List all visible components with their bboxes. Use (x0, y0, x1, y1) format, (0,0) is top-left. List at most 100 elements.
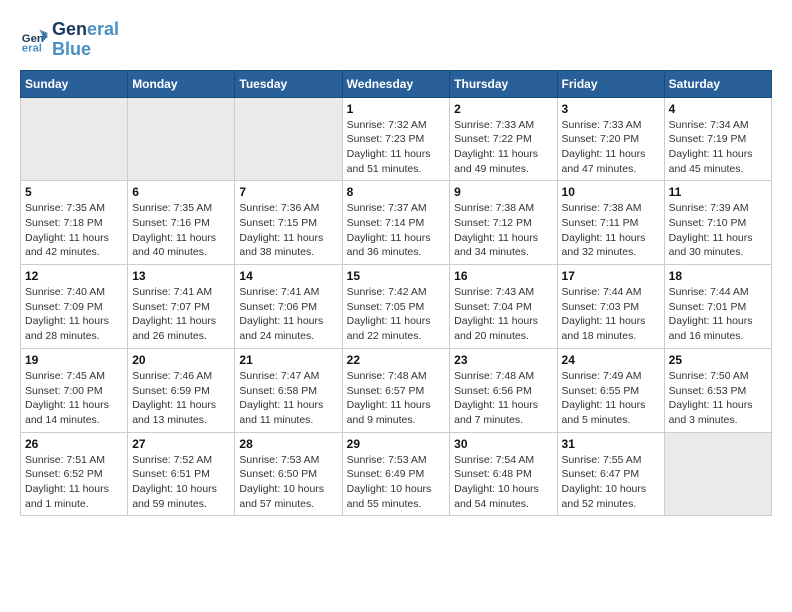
day-cell: 12 Sunrise: 7:40 AM Sunset: 7:09 PM Dayli… (21, 265, 128, 349)
day-cell: 28 Sunrise: 7:53 AM Sunset: 6:50 PM Dayli… (235, 432, 342, 516)
day-info: Sunrise: 7:45 AM Sunset: 7:00 PM Dayligh… (25, 369, 123, 428)
day-number: 3 (562, 102, 660, 116)
day-number: 28 (239, 437, 337, 451)
day-cell: 23 Sunrise: 7:48 AM Sunset: 6:56 PM Dayli… (450, 348, 557, 432)
day-number: 9 (454, 185, 552, 199)
calendar-week-row: 5Sunrise: 7:35 AM Sunset: 7:18 PM Daylig… (21, 181, 772, 265)
day-cell: 13 Sunrise: 7:41 AM Sunset: 7:07 PM Dayli… (128, 265, 235, 349)
day-number: 25 (669, 353, 767, 367)
day-info: Sunrise: 7:49 AM Sunset: 6:55 PM Dayligh… (562, 369, 660, 428)
day-info: Sunrise: 7:34 AM Sunset: 7:19 PM Dayligh… (669, 118, 767, 177)
day-cell: 27 Sunrise: 7:52 AM Sunset: 6:51 PM Dayli… (128, 432, 235, 516)
day-number: 15 (347, 269, 446, 283)
empty-cell (128, 97, 235, 181)
day-cell: 9 Sunrise: 7:38 AM Sunset: 7:12 PM Daylig… (450, 181, 557, 265)
day-cell: 2Sunrise: 7:33 AM Sunset: 7:22 PM Daylig… (450, 97, 557, 181)
day-header-friday: Friday (557, 70, 664, 97)
day-cell: 10 Sunrise: 7:38 AM Sunset: 7:11 PM Dayli… (557, 181, 664, 265)
logo-icon: Gen eral (20, 26, 48, 54)
day-number: 18 (669, 269, 767, 283)
calendar-table: SundayMondayTuesdayWednesdayThursdayFrid… (20, 70, 772, 517)
day-number: 29 (347, 437, 446, 451)
day-cell: 30Sunrise: 7:54 AM Sunset: 6:48 PM Dayli… (450, 432, 557, 516)
day-cell: 15 Sunrise: 7:42 AM Sunset: 7:05 PM Dayli… (342, 265, 450, 349)
day-number: 14 (239, 269, 337, 283)
calendar-header-row: SundayMondayTuesdayWednesdayThursdayFrid… (21, 70, 772, 97)
day-cell: 22 Sunrise: 7:48 AM Sunset: 6:57 PM Dayli… (342, 348, 450, 432)
day-header-monday: Monday (128, 70, 235, 97)
day-number: 22 (347, 353, 446, 367)
day-header-wednesday: Wednesday (342, 70, 450, 97)
day-number: 6 (132, 185, 230, 199)
day-cell: 21Sunrise: 7:47 AM Sunset: 6:58 PM Dayli… (235, 348, 342, 432)
day-number: 1 (347, 102, 446, 116)
day-number: 8 (347, 185, 446, 199)
day-info: Sunrise: 7:44 AM Sunset: 7:01 PM Dayligh… (669, 285, 767, 344)
day-info: Sunrise: 7:33 AM Sunset: 7:20 PM Dayligh… (562, 118, 660, 177)
day-cell: 31Sunrise: 7:55 AM Sunset: 6:47 PM Dayli… (557, 432, 664, 516)
day-cell: 18 Sunrise: 7:44 AM Sunset: 7:01 PM Dayli… (664, 265, 771, 349)
day-header-tuesday: Tuesday (235, 70, 342, 97)
empty-cell (664, 432, 771, 516)
day-info: Sunrise: 7:40 AM Sunset: 7:09 PM Dayligh… (25, 285, 123, 344)
day-number: 13 (132, 269, 230, 283)
day-info: Sunrise: 7:48 AM Sunset: 6:57 PM Dayligh… (347, 369, 446, 428)
day-info: Sunrise: 7:52 AM Sunset: 6:51 PM Dayligh… (132, 453, 230, 512)
day-cell: 17 Sunrise: 7:44 AM Sunset: 7:03 PM Dayli… (557, 265, 664, 349)
day-cell: 6 Sunrise: 7:35 AM Sunset: 7:16 PM Daylig… (128, 181, 235, 265)
day-info: Sunrise: 7:48 AM Sunset: 6:56 PM Dayligh… (454, 369, 552, 428)
day-header-sunday: Sunday (21, 70, 128, 97)
empty-cell (235, 97, 342, 181)
day-number: 19 (25, 353, 123, 367)
day-number: 10 (562, 185, 660, 199)
day-number: 5 (25, 185, 123, 199)
day-cell: 19 Sunrise: 7:45 AM Sunset: 7:00 PM Dayli… (21, 348, 128, 432)
day-info: Sunrise: 7:38 AM Sunset: 7:11 PM Dayligh… (562, 201, 660, 260)
empty-cell (21, 97, 128, 181)
day-number: 21 (239, 353, 337, 367)
day-cell: 8 Sunrise: 7:37 AM Sunset: 7:14 PM Daylig… (342, 181, 450, 265)
logo: Gen eral GeneralBlue (20, 20, 119, 60)
day-info: Sunrise: 7:41 AM Sunset: 7:07 PM Dayligh… (132, 285, 230, 344)
day-info: Sunrise: 7:54 AM Sunset: 6:48 PM Dayligh… (454, 453, 552, 512)
day-info: Sunrise: 7:37 AM Sunset: 7:14 PM Dayligh… (347, 201, 446, 260)
day-cell: 7 Sunrise: 7:36 AM Sunset: 7:15 PM Daylig… (235, 181, 342, 265)
day-cell: 20 Sunrise: 7:46 AM Sunset: 6:59 PM Dayli… (128, 348, 235, 432)
day-header-saturday: Saturday (664, 70, 771, 97)
day-info: Sunrise: 7:35 AM Sunset: 7:16 PM Dayligh… (132, 201, 230, 260)
day-info: Sunrise: 7:42 AM Sunset: 7:05 PM Dayligh… (347, 285, 446, 344)
day-number: 20 (132, 353, 230, 367)
day-info: Sunrise: 7:50 AM Sunset: 6:53 PM Dayligh… (669, 369, 767, 428)
day-cell: 25 Sunrise: 7:50 AM Sunset: 6:53 PM Dayli… (664, 348, 771, 432)
day-number: 7 (239, 185, 337, 199)
day-cell: 3 Sunrise: 7:33 AM Sunset: 7:20 PM Daylig… (557, 97, 664, 181)
day-number: 11 (669, 185, 767, 199)
day-number: 27 (132, 437, 230, 451)
day-number: 4 (669, 102, 767, 116)
day-info: Sunrise: 7:53 AM Sunset: 6:50 PM Dayligh… (239, 453, 337, 512)
day-cell: 11 Sunrise: 7:39 AM Sunset: 7:10 PM Dayli… (664, 181, 771, 265)
day-info: Sunrise: 7:55 AM Sunset: 6:47 PM Dayligh… (562, 453, 660, 512)
day-cell: 14 Sunrise: 7:41 AM Sunset: 7:06 PM Dayli… (235, 265, 342, 349)
day-info: Sunrise: 7:39 AM Sunset: 7:10 PM Dayligh… (669, 201, 767, 260)
day-info: Sunrise: 7:36 AM Sunset: 7:15 PM Dayligh… (239, 201, 337, 260)
day-info: Sunrise: 7:44 AM Sunset: 7:03 PM Dayligh… (562, 285, 660, 344)
day-number: 12 (25, 269, 123, 283)
calendar-week-row: 12 Sunrise: 7:40 AM Sunset: 7:09 PM Dayli… (21, 265, 772, 349)
calendar-week-row: 26Sunrise: 7:51 AM Sunset: 6:52 PM Dayli… (21, 432, 772, 516)
day-number: 26 (25, 437, 123, 451)
day-info: Sunrise: 7:32 AM Sunset: 7:23 PM Dayligh… (347, 118, 446, 177)
day-info: Sunrise: 7:33 AM Sunset: 7:22 PM Dayligh… (454, 118, 552, 177)
day-cell: 16Sunrise: 7:43 AM Sunset: 7:04 PM Dayli… (450, 265, 557, 349)
day-info: Sunrise: 7:38 AM Sunset: 7:12 PM Dayligh… (454, 201, 552, 260)
day-cell: 1 Sunrise: 7:32 AM Sunset: 7:23 PM Daylig… (342, 97, 450, 181)
day-number: 17 (562, 269, 660, 283)
day-header-thursday: Thursday (450, 70, 557, 97)
day-info: Sunrise: 7:41 AM Sunset: 7:06 PM Dayligh… (239, 285, 337, 344)
calendar-week-row: 19 Sunrise: 7:45 AM Sunset: 7:00 PM Dayli… (21, 348, 772, 432)
day-number: 23 (454, 353, 552, 367)
day-info: Sunrise: 7:46 AM Sunset: 6:59 PM Dayligh… (132, 369, 230, 428)
day-cell: 24Sunrise: 7:49 AM Sunset: 6:55 PM Dayli… (557, 348, 664, 432)
calendar-week-row: 1 Sunrise: 7:32 AM Sunset: 7:23 PM Daylig… (21, 97, 772, 181)
day-cell: 4 Sunrise: 7:34 AM Sunset: 7:19 PM Daylig… (664, 97, 771, 181)
